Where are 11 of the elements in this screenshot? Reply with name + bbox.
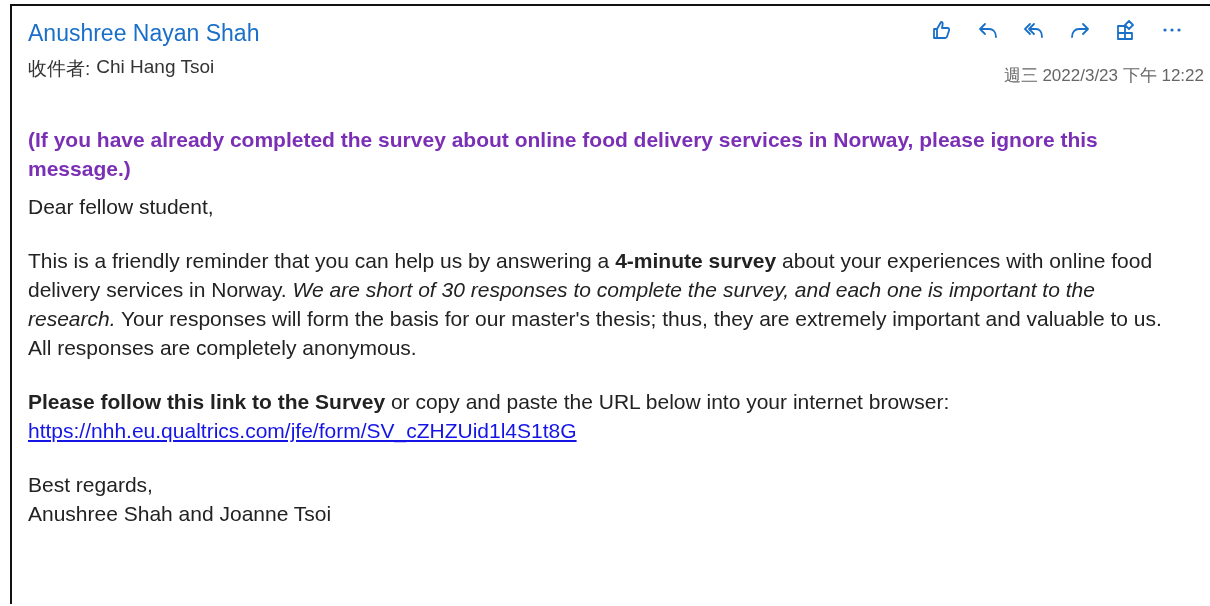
body-paragraph: This is a friendly reminder that you can help us by answering a 4-minute survey about your experiences with online food delivery services in Norway. We are short of 30 responses to complete the survey, and each one is important to the research. Your responses will form the basis for our master's thesis; thus, they are extremely important and valuable to us. All responses are completely anonymous. bbox=[28, 248, 1163, 361]
message-date: 週三 2022/3/23 下午 12:22 bbox=[1003, 65, 1204, 87]
body-paragraph: Please follow this link to the Survey or copy and paste the URL below into your internet browser: bbox=[28, 389, 950, 415]
survey-link[interactable]: https://nhh.eu.qualtrics.com/jfe/form/SV_cZHZUid1l4S1t8G bbox=[28, 416, 577, 445]
recipient-label: 收件者: bbox=[28, 57, 91, 81]
notice-text: (If you have already completed the survey about online food delivery services in Norway, please ignore this message.) bbox=[28, 127, 1099, 182]
recipient-name[interactable]: Chi Hang Tsoi bbox=[96, 56, 215, 82]
signature-line: Anushree Shah and Joanne Tsoi bbox=[28, 501, 332, 527]
sender-name[interactable]: Anushree Nayan Shah bbox=[28, 18, 260, 48]
signature-line: Best regards, bbox=[28, 472, 153, 498]
body-paragraph: Dear fellow student, bbox=[28, 194, 214, 220]
